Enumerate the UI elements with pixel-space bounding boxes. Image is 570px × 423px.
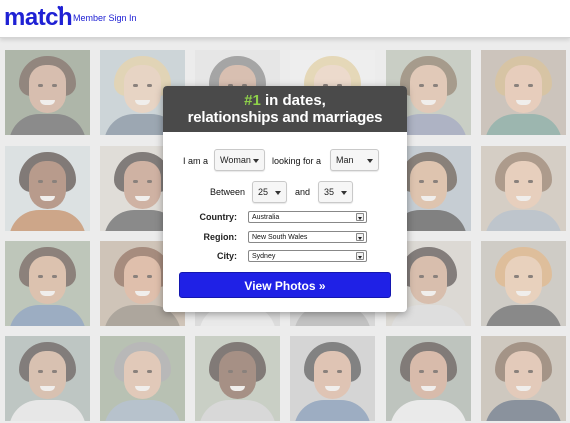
chevron-down-icon [367, 159, 373, 163]
city-row: City: Sydney [163, 250, 407, 264]
between-label: Between [210, 187, 246, 197]
country-select[interactable]: Australia [248, 211, 367, 223]
profile-photo[interactable] [386, 336, 471, 421]
chevron-down-icon [356, 233, 364, 241]
chevron-down-icon [356, 213, 364, 221]
profile-photo[interactable] [100, 336, 185, 421]
country-label: Country: [199, 212, 238, 222]
profile-photo[interactable] [481, 50, 566, 135]
seeking-value: Man [336, 155, 354, 165]
view-photos-button[interactable]: View Photos » [179, 272, 391, 298]
city-select[interactable]: Sydney [248, 250, 367, 262]
age-max-value: 35 [324, 187, 335, 197]
card-headline: #1 in dates, relationships and marriages [163, 86, 407, 132]
member-sign-in-link[interactable]: Member Sign In [73, 13, 137, 23]
city-label: City: [217, 251, 237, 261]
chevron-down-icon [275, 191, 281, 195]
region-label: Region: [203, 232, 238, 242]
country-value: Australia [252, 214, 280, 221]
headline-text: in dates, [260, 92, 326, 109]
age-max-select[interactable]: 35 [318, 181, 353, 203]
looking-for-label: looking for a [272, 156, 322, 166]
profile-photo[interactable] [290, 336, 375, 421]
gender-select[interactable]: Woman [214, 149, 265, 171]
profile-photo[interactable] [481, 336, 566, 421]
seeking-select[interactable]: Man [330, 149, 379, 171]
profile-photo[interactable] [5, 241, 90, 326]
profile-photo[interactable] [195, 336, 280, 421]
headline-number: #1 [244, 92, 261, 109]
headline-line-2: relationships and marriages [187, 109, 383, 126]
region-row: Region: New South Wales [163, 231, 407, 245]
top-header: match ♥ Member Sign In [0, 0, 570, 38]
i-am-label: I am a [183, 156, 209, 166]
age-min-value: 25 [258, 187, 269, 197]
age-min-select[interactable]: 25 [252, 181, 287, 203]
profile-photo[interactable] [481, 241, 566, 326]
country-row: Country: Australia [163, 211, 407, 225]
chevron-down-icon [356, 252, 364, 260]
chevron-down-icon [341, 191, 347, 195]
region-select[interactable]: New South Wales [248, 231, 367, 243]
city-value: Sydney [252, 253, 276, 260]
region-value: New South Wales [252, 234, 308, 241]
chevron-down-icon [253, 159, 259, 163]
search-card: #1 in dates, relationships and marriages… [163, 86, 407, 312]
profile-photo[interactable] [5, 50, 90, 135]
profile-photo[interactable] [5, 336, 90, 421]
profile-photo[interactable] [5, 146, 90, 231]
and-label: and [295, 187, 311, 197]
profile-photo[interactable] [481, 146, 566, 231]
gender-value: Woman [220, 155, 251, 165]
heart-icon: ♥ [57, 3, 64, 15]
